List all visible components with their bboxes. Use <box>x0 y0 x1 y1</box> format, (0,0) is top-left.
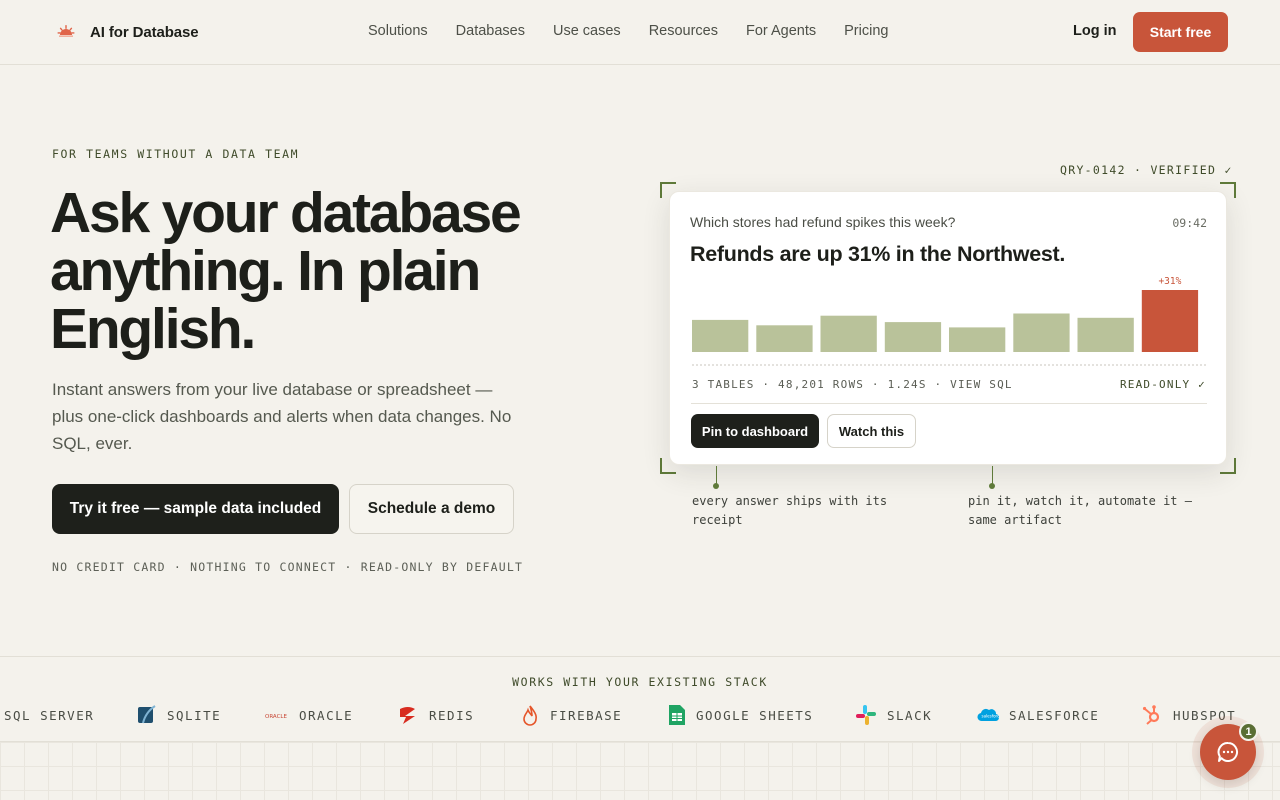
integration-sqlite[interactable]: SQLITE <box>137 703 221 727</box>
oracle-logo-mark: ORACLE <box>265 714 287 720</box>
salesforce-logo-mark: salesforce <box>982 714 1000 719</box>
hero-headline: Ask your database anything. In plain Eng… <box>50 181 522 361</box>
login-link[interactable]: Log in <box>1073 23 1117 39</box>
integration-name: SLACK <box>887 707 933 723</box>
nav-databases[interactable]: Databases <box>456 23 525 39</box>
chart-bar <box>820 315 877 352</box>
annotation-line <box>992 466 993 484</box>
card-divider <box>691 403 1207 404</box>
firebase-icon <box>523 705 537 726</box>
annotation-dot <box>713 483 719 489</box>
card-answer: Refunds are up 31% in the Northwest. <box>690 242 1066 266</box>
integration-salesforce[interactable]: salesforce SALESFORCE <box>977 703 1099 727</box>
chat-bubble-icon <box>1217 741 1239 762</box>
integration-name: SQLITE <box>167 707 222 723</box>
integrations-strip: WORKS WITH YOUR EXISTING STACK SQL SERVE… <box>0 656 1280 742</box>
integration-name: SQL SERVER <box>4 707 95 723</box>
sqlite-icon <box>138 705 156 724</box>
integration-oracle[interactable]: ORACLE ORACLE <box>265 703 353 727</box>
start-free-button[interactable]: Start free <box>1133 12 1228 52</box>
chart-bar <box>692 319 749 352</box>
sun-logo-icon <box>57 25 75 37</box>
hero-subtext: Instant answers from your live database … <box>52 380 512 453</box>
nav-for-agents[interactable]: For Agents <box>746 23 816 39</box>
schedule-demo-button[interactable]: Schedule a demo <box>349 484 514 534</box>
chat-unread-badge: 1 <box>1239 722 1258 741</box>
read-only-badge: READ-ONLY ✓ <box>1119 378 1206 391</box>
slack-icon <box>856 705 876 725</box>
redis-icon <box>400 707 415 724</box>
chart-bar <box>949 327 1006 352</box>
brand[interactable]: AI for Database <box>56 22 199 42</box>
integration-name: SALESFORCE <box>1009 707 1100 723</box>
chart-highlight-label: +31% <box>1158 276 1181 287</box>
integrations-logo-row: SQL SERVER SQLITE ORACLE ORACLE REDIS FI… <box>0 703 1280 727</box>
integration-name: GOOGLE SHEETS <box>696 707 814 723</box>
try-free-button[interactable]: Try it free — sample data included <box>52 484 339 534</box>
note-artifact: pin it, watch it, automate it — same art… <box>968 494 1192 527</box>
card-question: Which stores had refund spikes this week… <box>690 214 956 230</box>
hero-eyebrow: FOR TEAMS WITHOUT A DATA TEAM <box>52 147 300 161</box>
nav-resources[interactable]: Resources <box>649 23 718 39</box>
nav-pricing[interactable]: Pricing <box>844 23 888 39</box>
integration-redis[interactable]: REDIS <box>397 703 474 727</box>
chart-bar <box>884 322 942 352</box>
watch-this-button[interactable]: Watch this <box>827 414 916 448</box>
chart-bar <box>1141 290 1199 352</box>
chart-bar <box>1013 313 1070 352</box>
integrations-label: WORKS WITH YOUR EXISTING STACK <box>512 675 768 689</box>
integration-name: HUBSPOT <box>1173 707 1237 723</box>
nav-solutions[interactable]: Solutions <box>368 23 428 39</box>
note-receipt: every answer ships with its receipt <box>692 494 888 527</box>
main-nav: Solutions Databases Use cases Resources … <box>368 23 916 39</box>
hubspot-icon <box>1142 705 1160 725</box>
oracle-icon: ORACLE <box>265 714 287 720</box>
integration-google-sheets[interactable]: GOOGLE SHEETS <box>668 703 813 727</box>
chart-bar <box>756 325 813 352</box>
grid-background <box>0 742 1280 800</box>
hero-fineprint: NO CREDIT CARD · NOTHING TO CONNECT · RE… <box>52 560 524 574</box>
chart-bar <box>1077 317 1134 352</box>
answer-card: Which stores had refund spikes this week… <box>669 191 1227 465</box>
nav-use-cases[interactable]: Use cases <box>553 23 621 39</box>
integration-firebase[interactable]: FIREBASE <box>520 703 622 727</box>
salesforce-icon: salesforce <box>977 708 1000 722</box>
card-meta[interactable]: 3 TABLES · 48,201 ROWS · 1.24S · VIEW SQ… <box>692 378 1013 391</box>
query-verified-tag: QRY-0142 · VERIFIED ✓ <box>1060 163 1233 177</box>
annotation-line <box>716 466 717 484</box>
integration-name: FIREBASE <box>550 707 623 723</box>
pin-to-dashboard-button[interactable]: Pin to dashboard <box>691 414 819 448</box>
integration-name: ORACLE <box>299 707 354 723</box>
integration-name: REDIS <box>429 707 475 723</box>
annotation-dot <box>989 483 995 489</box>
brand-name: AI for Database <box>90 23 199 41</box>
google-sheets-icon <box>669 705 685 725</box>
integration-slack[interactable]: SLACK <box>855 703 932 727</box>
card-timestamp: 09:42 <box>1172 216 1207 230</box>
integration-hubspot[interactable]: HUBSPOT <box>1141 703 1236 727</box>
site-header: AI for Database Solutions Databases Use … <box>0 0 1280 65</box>
integration-sql-server[interactable]: SQL SERVER <box>4 703 94 727</box>
